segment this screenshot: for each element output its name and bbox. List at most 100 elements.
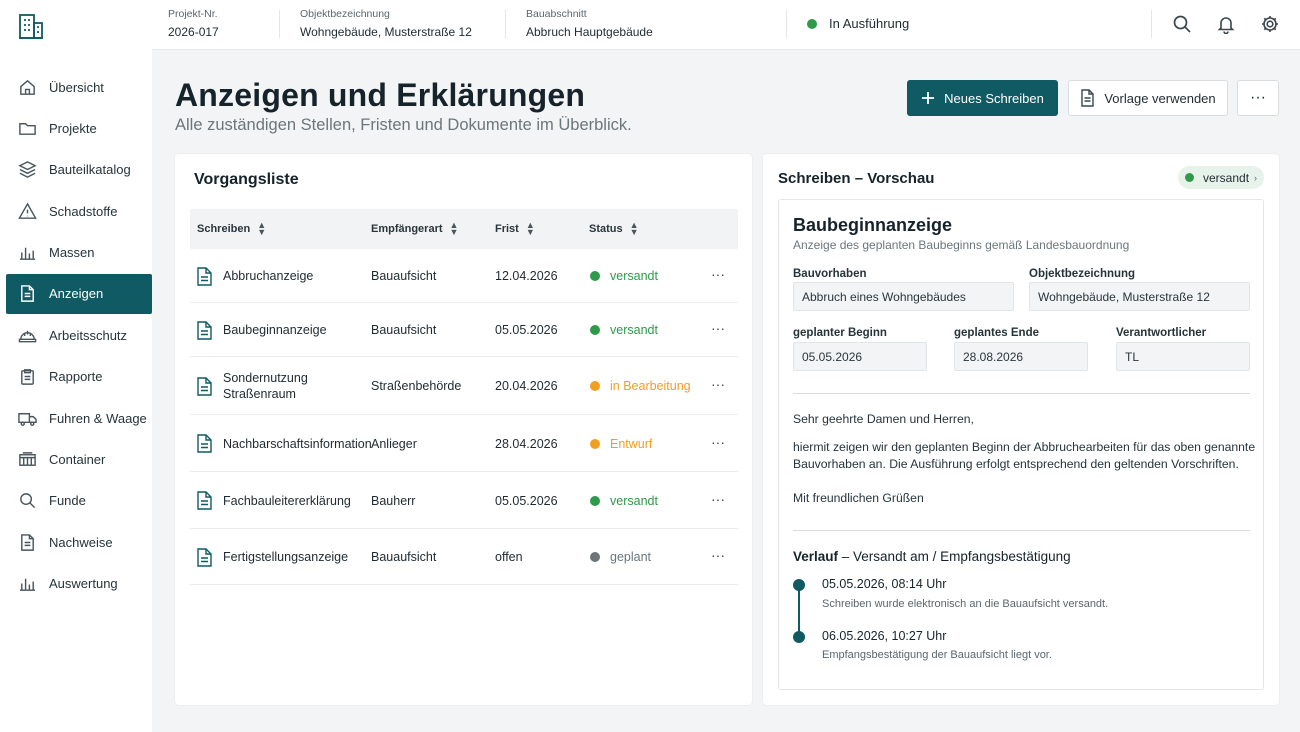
- letter-body-line: Bauvorhaben an. Die Ausführung erfolgt e…: [793, 457, 1239, 471]
- sidebar-item-massen[interactable]: Massen: [6, 233, 152, 273]
- table-row[interactable]: Fertigstellungsanzeige Bauaufsicht offen ge…: [190, 529, 738, 585]
- topbar-separator: [786, 10, 787, 38]
- sidebar: Übersicht Projekte Bauteilkatalog Schadstof…: [0, 0, 152, 732]
- table-row[interactable]: Abbruchanzeige Bauaufsicht 12.04.2026 versa…: [190, 249, 738, 303]
- column-header-label: Schreiben: [197, 223, 251, 235]
- chevron-right-icon: ›: [1254, 172, 1258, 183]
- row-more-icon[interactable]: ···: [711, 434, 725, 450]
- status-badge[interactable]: versandt ›: [1178, 166, 1264, 189]
- search-icon: [20, 493, 36, 509]
- row-more-icon[interactable]: ···: [711, 376, 725, 392]
- use-template-button[interactable]: Vorlage verwenden: [1068, 80, 1228, 116]
- sidebar-item-container[interactable]: Container: [6, 440, 152, 480]
- construction-section-field: Bauabschnitt Abbruch Hauptgebäude: [526, 8, 653, 39]
- sidebar-item-fuhren-waage[interactable]: Fuhren & Waage: [6, 398, 152, 438]
- construction-section-value: Abbruch Hauptgebäude: [526, 25, 653, 39]
- status-dot-icon: [590, 495, 600, 506]
- column-header-label: Status: [589, 223, 623, 235]
- gear-icon[interactable]: [1260, 14, 1280, 34]
- folder-icon: [19, 122, 36, 135]
- divider: [793, 530, 1250, 531]
- status-dot-icon: [590, 438, 600, 449]
- column-header-deadline[interactable]: Frist ▲ ▼: [495, 220, 535, 237]
- table-row[interactable]: Baubeginnanzeige Bauaufsicht 05.05.2026 ver…: [190, 303, 738, 357]
- letter-preview-card: Schreiben – Vorschau versandt › Baubegin…: [763, 154, 1279, 705]
- sidebar-item-auswertung[interactable]: Auswertung: [6, 564, 152, 604]
- timeline-time: 05.05.2026, 08:14 Uhr: [822, 577, 947, 591]
- table-row[interactable]: Sondernutzung Straßenraum Straßenbehörde 2…: [190, 357, 738, 415]
- sidebar-item-nachweise[interactable]: Nachweise: [6, 522, 152, 562]
- building-logo-icon[interactable]: [18, 12, 44, 40]
- field-object[interactable]: Wohngebäude, Musterstraße 12: [1029, 282, 1250, 311]
- document-icon: [197, 491, 212, 510]
- row-name-cell: Fertigstellungsanzeige: [196, 529, 348, 585]
- sidebar-item-label: Fuhren & Waage: [49, 410, 147, 426]
- row-deadline: offen: [495, 550, 523, 564]
- history-subtitle: – Versandt am / Empfangsbestätigung: [838, 549, 1071, 564]
- sidebar-item-label: Schadstoffe: [49, 203, 118, 219]
- sidebar-item-label: Auswertung: [49, 576, 118, 592]
- object-name-field: Objektbezeichnung Wohngebäude, Musterstr…: [300, 8, 472, 39]
- history-title-text: Verlauf: [793, 549, 839, 564]
- row-name: Fachbauleitererklärung: [223, 493, 351, 508]
- letter-preview: Baubeginnanzeige Anzeige des geplanten B…: [778, 199, 1264, 690]
- new-letter-button[interactable]: Neues Schreiben: [907, 80, 1058, 116]
- row-more-icon[interactable]: ···: [711, 320, 725, 336]
- sidebar-item-label: Rapporte: [49, 369, 103, 385]
- row-status: versandt: [590, 472, 658, 529]
- sidebar-item-bauteilkatalog[interactable]: Bauteilkatalog: [6, 150, 152, 190]
- topbar-separator: [1151, 10, 1152, 38]
- row-name-cell: Abbruchanzeige: [196, 249, 313, 303]
- table-row[interactable]: Nachbarschaftsinformation Anlieger 28.04.2…: [190, 415, 738, 472]
- field-project[interactable]: Abbruch eines Wohngebäudes: [793, 282, 1014, 311]
- letter-salutation: Sehr geehrte Damen und Herren,: [793, 412, 974, 426]
- home-icon: [20, 79, 35, 95]
- row-status-label: in Bearbeitung: [610, 379, 691, 393]
- field-end-date[interactable]: 28.08.2026: [954, 342, 1088, 371]
- sidebar-item-funde[interactable]: Funde: [6, 481, 152, 521]
- sidebar-item-schadstoffe[interactable]: Schadstoffe: [6, 191, 152, 231]
- document-icon: [21, 285, 34, 303]
- row-name: Baubeginnanzeige: [223, 323, 327, 337]
- field-responsible[interactable]: TL: [1116, 342, 1250, 371]
- process-list-title: Vorgangsliste: [194, 171, 299, 188]
- status-dot-icon: [590, 271, 600, 281]
- row-status: geplant: [590, 529, 651, 585]
- warning-icon: [18, 202, 37, 219]
- status-dot-icon: [1185, 173, 1194, 182]
- row-more-icon[interactable]: ···: [711, 266, 725, 282]
- row-status-label: Entwurf: [610, 436, 653, 451]
- sidebar-item-anzeigen[interactable]: Anzeigen: [6, 273, 152, 314]
- column-header-status[interactable]: Status ▲ ▼: [589, 220, 639, 237]
- more-options-button[interactable]: ···: [1237, 80, 1279, 116]
- row-more-icon[interactable]: ···: [711, 547, 725, 563]
- search-icon[interactable]: [1172, 14, 1192, 34]
- project-status-text: In Ausführung: [829, 16, 910, 31]
- field-start-date[interactable]: 05.05.2026: [793, 342, 927, 371]
- row-deadline: 05.05.2026: [495, 493, 558, 508]
- sidebar-item-label: Container: [49, 452, 106, 468]
- sort-icon: ▲ ▼: [525, 220, 535, 237]
- bell-icon[interactable]: [1216, 14, 1236, 34]
- sidebar-nav: Übersicht Projekte Bauteilkatalog Schadstof…: [6, 67, 152, 605]
- row-name: Abbruchanzeige: [223, 269, 314, 283]
- row-status: in Bearbeitung: [590, 357, 691, 415]
- topbar: Projekt-Nr. 2026-017 Objektbezeichnung W…: [152, 0, 1300, 50]
- truck-icon: [18, 412, 37, 426]
- sidebar-item-arbeitsschutz[interactable]: Arbeitsschutz: [6, 315, 152, 355]
- letter-title: Baubeginnanzeige: [793, 215, 953, 235]
- timeline-time: 06.05.2026, 10:27 Uhr: [822, 629, 947, 643]
- column-header-letter[interactable]: Schreiben ▲ ▼: [197, 221, 266, 237]
- sidebar-item-projekte[interactable]: Projekte: [6, 108, 152, 148]
- row-status: versandt: [590, 249, 658, 303]
- field-label-responsible: Verantwortlicher: [1116, 327, 1207, 339]
- divider: [793, 393, 1250, 394]
- sidebar-item-übersicht[interactable]: Übersicht: [6, 67, 152, 107]
- column-header-recipient[interactable]: Empfängerart ▲ ▼: [371, 221, 458, 237]
- table-row[interactable]: Fachbauleitererklärung Bauherr 05.05.2026 v…: [190, 472, 738, 529]
- layers-icon: [18, 161, 37, 179]
- document-icon: [197, 266, 212, 286]
- row-more-icon[interactable]: ···: [711, 491, 725, 507]
- sort-icon: ▲ ▼: [629, 220, 639, 237]
- sidebar-item-rapporte[interactable]: Rapporte: [6, 357, 152, 397]
